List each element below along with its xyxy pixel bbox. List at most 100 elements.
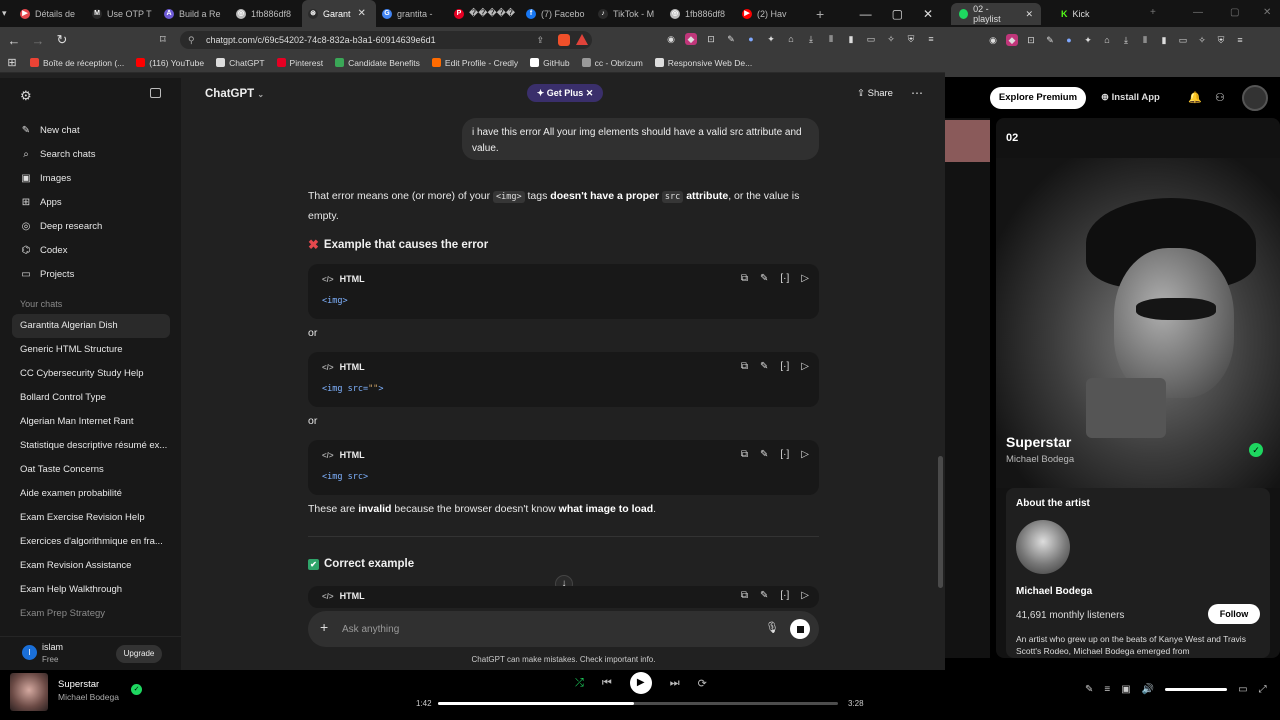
sidebar-icon[interactable]: ▮ xyxy=(1158,34,1170,46)
extension-icon[interactable]: ⊡ xyxy=(705,33,717,45)
extension-icon[interactable]: ● xyxy=(745,33,757,45)
extension-icon[interactable]: ⊡ xyxy=(1025,34,1037,46)
tab-list-icon[interactable]: ▾ xyxy=(0,0,14,27)
chat-history-item[interactable]: Aide examen probabilité xyxy=(12,482,170,506)
maximize-icon[interactable]: ▢ xyxy=(892,7,903,21)
share-button[interactable]: ⇪ Share xyxy=(857,88,893,99)
track-title[interactable]: Superstar xyxy=(1006,434,1071,450)
browser-tab[interactable]: P ����� xyxy=(448,0,520,27)
friends-icon[interactable]: ⚇ xyxy=(1215,91,1225,104)
artist-name[interactable]: Michael Bodega xyxy=(1016,586,1092,597)
close-window-icon[interactable]: ✕ xyxy=(923,7,933,21)
chat-history-item[interactable]: CC Cybersecurity Study Help xyxy=(12,362,170,386)
url-bar[interactable]: ⚲ chatgpt.com/c/69c54202-74c8-832a-b3a1-… xyxy=(180,31,592,49)
sidebar-item-codex[interactable]: ⌬ Codex xyxy=(12,238,172,262)
extension-icon[interactable]: ✎ xyxy=(725,33,737,45)
get-plus-button[interactable]: ✦ Get Plus ✕ xyxy=(527,84,603,102)
chat-history-item[interactable]: Exam Revision Assistance xyxy=(12,554,170,578)
sidebar-icon[interactable]: ▮ xyxy=(845,33,857,45)
chat-history-item[interactable]: Generic HTML Structure xyxy=(12,338,170,362)
sidebar-item-images[interactable]: ▣ Images xyxy=(12,166,172,190)
chat-history-item[interactable]: Oat Taste Concerns xyxy=(12,458,170,482)
chat-history-item[interactable]: Exam Exercise Revision Help xyxy=(12,506,170,530)
run-icon[interactable]: ▷ xyxy=(801,273,809,284)
browser-tab[interactable]: A Build a Re xyxy=(158,0,230,27)
miniplayer-icon[interactable]: ▭ xyxy=(1238,684,1247,695)
extension-icon[interactable]: ⌂ xyxy=(1101,34,1113,46)
bookmark-icon[interactable]: ⌑ xyxy=(160,33,166,46)
puzzle-icon[interactable]: ✦ xyxy=(1082,34,1094,46)
puzzle-icon[interactable]: ✦ xyxy=(765,33,777,45)
brave-shields-icon[interactable] xyxy=(558,34,570,46)
canvas-icon[interactable]: [·] xyxy=(780,449,789,460)
share-page-icon[interactable]: ⇪ xyxy=(536,31,544,49)
chat-history-item[interactable]: Exam Help Walkthrough xyxy=(12,578,170,602)
playlist-cover[interactable] xyxy=(945,120,990,162)
brave-rewards-icon[interactable] xyxy=(576,34,588,45)
repeat-icon[interactable]: ⟳ xyxy=(698,677,707,690)
extension-icon[interactable]: ⌂ xyxy=(785,33,797,45)
bookmark-item[interactable]: (116) YouTube xyxy=(130,58,210,68)
previous-icon[interactable]: ⏮ xyxy=(602,677,612,690)
download-icon[interactable]: ⤓ xyxy=(805,33,817,45)
bookmark-item[interactable]: Pinterest xyxy=(271,58,330,68)
more-options-icon[interactable]: ⋯ xyxy=(911,86,923,100)
edit-icon[interactable]: ✎ xyxy=(760,449,768,460)
chat-history-item[interactable]: Statistique descriptive résumé ex... xyxy=(12,434,170,458)
plus-icon[interactable]: + xyxy=(320,619,328,635)
run-icon[interactable]: ▷ xyxy=(801,361,809,372)
lyrics-icon[interactable]: ✎ xyxy=(1085,684,1093,695)
sidebar-item-deep-research[interactable]: ◎ Deep research xyxy=(12,214,172,238)
wallet-icon[interactable]: ▭ xyxy=(1177,34,1189,46)
sidebar-toggle-icon[interactable] xyxy=(150,88,161,98)
back-button[interactable]: ← xyxy=(4,33,24,48)
sidebar-item-projects[interactable]: ▭ Projects xyxy=(12,262,172,286)
connect-device-icon[interactable]: ▣ xyxy=(1121,684,1130,695)
bookmark-item[interactable]: cc - Obrizum xyxy=(576,58,649,68)
copy-icon[interactable]: ⧉ xyxy=(741,273,748,284)
bookmark-item[interactable]: Edit Profile - Credly xyxy=(426,58,524,68)
stop-button[interactable] xyxy=(790,619,810,639)
progress-bar[interactable] xyxy=(438,702,838,705)
leo-icon[interactable]: ✧ xyxy=(1196,34,1208,46)
extension-icon[interactable]: ◉ xyxy=(987,34,999,46)
chat-history-item[interactable]: Algerian Man Internet Rant xyxy=(12,410,170,434)
reload-button[interactable]: ↻ xyxy=(52,32,72,48)
saved-check-icon[interactable]: ✓ xyxy=(1249,443,1263,457)
install-app-button[interactable]: ⊕ Install App xyxy=(1101,92,1160,103)
run-icon[interactable]: ▷ xyxy=(801,590,809,601)
new-tab-icon[interactable]: + xyxy=(808,6,832,22)
scrollbar[interactable] xyxy=(937,78,945,670)
copy-icon[interactable]: ⧉ xyxy=(741,590,748,601)
follow-button[interactable]: Follow xyxy=(1208,604,1260,624)
saved-check-icon[interactable]: ✓ xyxy=(131,684,142,695)
tab-kick[interactable]: K Kick xyxy=(1053,3,1098,25)
chat-history-item[interactable]: Garantita Algerian Dish xyxy=(12,314,170,338)
tab-spotify[interactable]: 02 - playlist ✕ xyxy=(951,3,1041,25)
browser-tab[interactable]: ▶ (2) Hav xyxy=(736,0,808,27)
canvas-icon[interactable]: [·] xyxy=(780,590,789,601)
shuffle-icon[interactable]: ⤮ xyxy=(575,677,584,690)
chat-history-item[interactable]: Exercices d'algorithmique en fra... xyxy=(12,530,170,554)
browser-tab[interactable]: f (7) Facebo xyxy=(520,0,592,27)
browser-tab[interactable]: ▶ Détails de xyxy=(14,0,86,27)
sidebar-item-apps[interactable]: ⊞ Apps xyxy=(12,190,172,214)
sidebar-item-search-chats[interactable]: ⌕ Search chats xyxy=(12,142,172,166)
close-window-icon[interactable]: ✕ xyxy=(1263,7,1271,18)
track-artist[interactable]: Michael Bodega xyxy=(1006,454,1074,465)
vpn-icon[interactable]: ⛨ xyxy=(1215,34,1227,46)
library-icon[interactable]: ⫴ xyxy=(1139,34,1151,46)
extension-icon[interactable]: ◆ xyxy=(685,33,697,45)
queue-icon[interactable]: ≡ xyxy=(1104,684,1110,695)
chat-input[interactable] xyxy=(342,620,722,638)
chat-history-item[interactable]: Exam Prep Strategy xyxy=(12,602,170,626)
model-selector[interactable]: ChatGPT ⌄ xyxy=(205,88,264,100)
vpn-icon[interactable]: ⛨ xyxy=(905,33,917,45)
bookmark-item[interactable]: Responsive Web De... xyxy=(649,58,758,68)
extension-icon[interactable]: ◉ xyxy=(665,33,677,45)
extension-icon[interactable]: ● xyxy=(1063,34,1075,46)
menu-icon[interactable]: ≡ xyxy=(1234,34,1246,46)
minimize-icon[interactable]: — xyxy=(1193,7,1203,18)
menu-icon[interactable]: ≡ xyxy=(925,33,937,45)
browser-tab[interactable]: ◎ 1fb886df8 xyxy=(230,0,302,27)
